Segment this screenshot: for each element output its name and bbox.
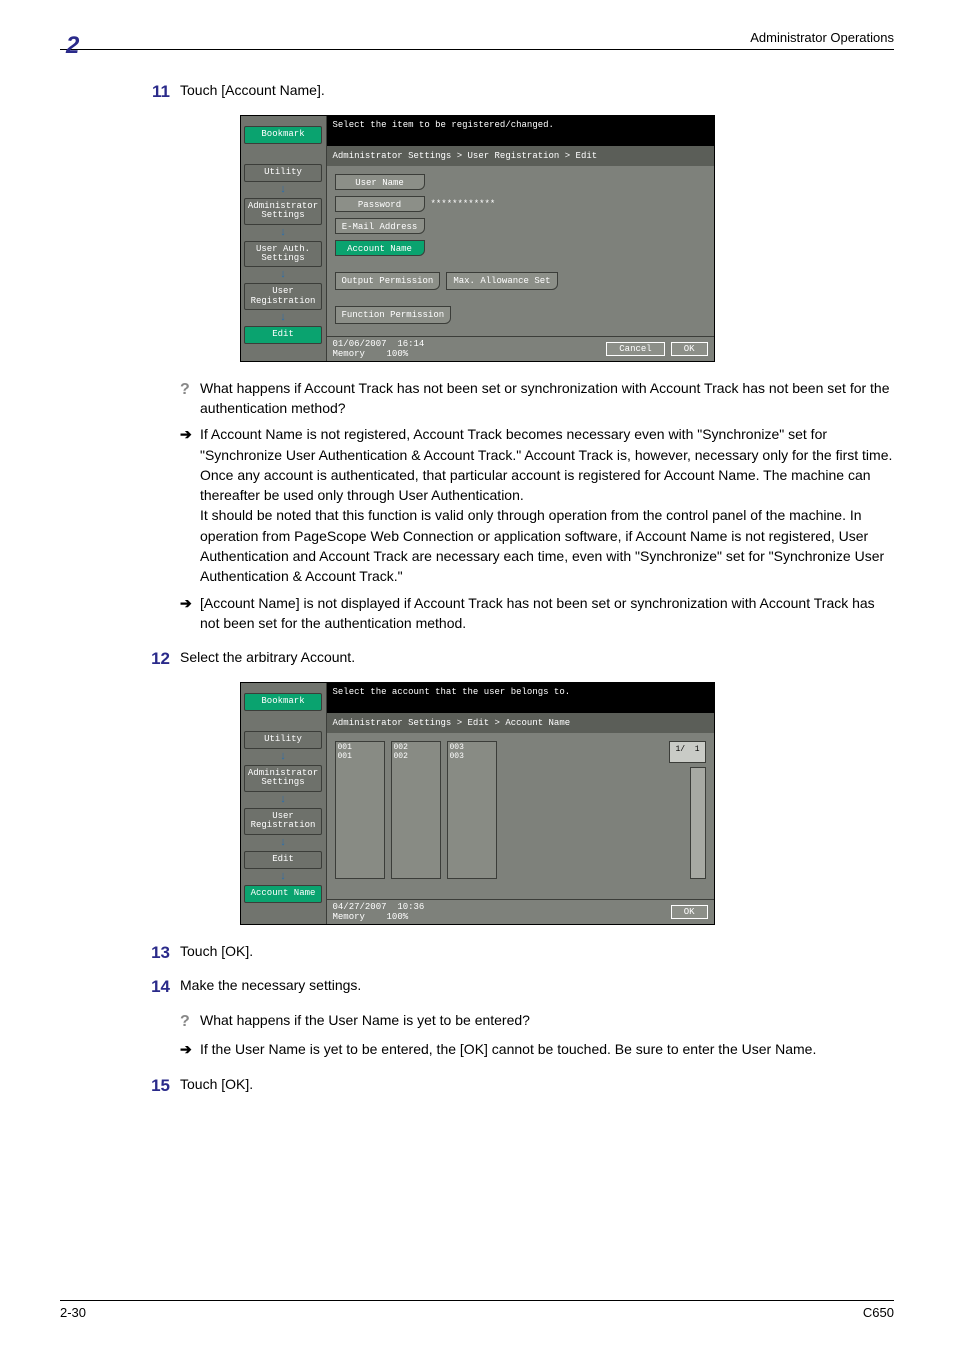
step-text: Select the arbitrary Account.: [180, 647, 894, 672]
email-button[interactable]: E-Mail Address: [335, 218, 425, 234]
sidebar-bookmark[interactable]: Bookmark: [244, 126, 322, 144]
down-arrow-icon: ↓: [280, 794, 287, 806]
step-number: 15: [140, 1074, 180, 1099]
account-item-002[interactable]: 002002: [391, 741, 441, 879]
account-item-001[interactable]: 001001: [335, 741, 385, 879]
password-button[interactable]: Password: [335, 196, 425, 212]
down-arrow-icon: ↓: [280, 184, 287, 196]
panel-title: Select the account that the user belongs…: [327, 683, 714, 713]
lcd-panel-account: Bookmark Utility ↓ Administrator Setting…: [240, 682, 715, 925]
step-text: Touch [OK].: [180, 941, 894, 966]
down-arrow-icon: ↓: [280, 227, 287, 239]
ok-button[interactable]: OK: [671, 905, 708, 919]
status-date: 01/06/2007: [333, 339, 387, 349]
arrow-icon: ➔: [180, 593, 200, 634]
step-text: Touch [Account Name].: [180, 80, 894, 105]
note-text: If Account Name is not registered, Accou…: [200, 424, 894, 586]
status-memory-label: Memory: [333, 912, 365, 922]
note-text: What happens if the User Name is yet to …: [200, 1010, 894, 1033]
sidebar-account-name[interactable]: Account Name: [244, 885, 322, 903]
account-item-003[interactable]: 003003: [447, 741, 497, 879]
status-time: 10:36: [397, 902, 424, 912]
sidebar-utility[interactable]: Utility: [244, 164, 322, 182]
note-text: What happens if Account Track has not be…: [200, 378, 894, 419]
sidebar-utility[interactable]: Utility: [244, 731, 322, 749]
sidebar-bookmark[interactable]: Bookmark: [244, 693, 322, 711]
down-arrow-icon: ↓: [280, 871, 287, 883]
sidebar-user-registration[interactable]: User Registration: [244, 283, 322, 310]
account-name-button[interactable]: Account Name: [335, 240, 425, 256]
status-date: 04/27/2007: [333, 902, 387, 912]
arrow-icon: ➔: [180, 424, 200, 586]
step-text: Touch [OK].: [180, 1074, 894, 1099]
cancel-button[interactable]: Cancel: [606, 342, 664, 356]
down-arrow-icon: ↓: [280, 837, 287, 849]
step-number: 12: [140, 647, 180, 672]
note-question-2: ? What happens if the User Name is yet t…: [180, 1010, 894, 1033]
step-14: 14 Make the necessary settings.: [140, 975, 894, 1000]
question-icon: ?: [180, 378, 200, 419]
status-memory-pct: 100%: [387, 912, 409, 922]
sidebar-user-auth[interactable]: User Auth. Settings: [244, 241, 322, 268]
scrollbar[interactable]: [690, 767, 706, 879]
down-arrow-icon: ↓: [280, 751, 287, 763]
step-number: 13: [140, 941, 180, 966]
step-number: 14: [140, 975, 180, 1000]
note-text: If the User Name is yet to be entered, t…: [200, 1039, 894, 1059]
note-text: [Account Name] is not displayed if Accou…: [200, 593, 894, 634]
output-permission-button[interactable]: Output Permission: [335, 272, 441, 290]
function-permission-button[interactable]: Function Permission: [335, 306, 452, 324]
step-12: 12 Select the arbitrary Account.: [140, 647, 894, 672]
panel-sidebar: Bookmark Utility ↓ Administrator Setting…: [241, 116, 327, 361]
page-footer: 2-30 C650: [60, 1300, 894, 1320]
step-number: 11: [140, 80, 180, 105]
panel-sidebar: Bookmark Utility ↓ Administrator Setting…: [241, 683, 327, 924]
breadcrumb: Administrator Settings > Edit > Account …: [327, 713, 714, 733]
down-arrow-icon: ↓: [280, 312, 287, 324]
page-number: 2-30: [60, 1305, 86, 1320]
status-memory-pct: 100%: [387, 349, 409, 359]
status-time: 16:14: [397, 339, 424, 349]
sidebar-user-registration[interactable]: User Registration: [244, 808, 322, 835]
chapter-number: 2: [66, 32, 79, 60]
sidebar-edit[interactable]: Edit: [244, 851, 322, 869]
user-name-button[interactable]: User Name: [335, 174, 425, 190]
status-memory-label: Memory: [333, 349, 365, 359]
question-icon: ?: [180, 1010, 200, 1033]
sidebar-edit[interactable]: Edit: [244, 326, 322, 344]
step-15: 15 Touch [OK].: [140, 1074, 894, 1099]
page-indicator: 1/ 1: [669, 741, 705, 763]
step-11: 11 Touch [Account Name].: [140, 80, 894, 105]
note-answer-1a: ➔ If Account Name is not registered, Acc…: [180, 424, 894, 586]
sidebar-admin-settings[interactable]: Administrator Settings: [244, 198, 322, 225]
note-answer-1b: ➔ [Account Name] is not displayed if Acc…: [180, 593, 894, 634]
arrow-icon: ➔: [180, 1039, 200, 1059]
down-arrow-icon: ↓: [280, 269, 287, 281]
breadcrumb: Administrator Settings > User Registrati…: [327, 146, 714, 166]
model-number: C650: [863, 1305, 894, 1320]
step-text: Make the necessary settings.: [180, 975, 894, 1000]
page-header: Administrator Operations: [60, 30, 894, 50]
step-13: 13 Touch [OK].: [140, 941, 894, 966]
max-allowance-button[interactable]: Max. Allowance Set: [446, 272, 557, 290]
lcd-panel-edit: Bookmark Utility ↓ Administrator Setting…: [240, 115, 715, 362]
note-answer-2: ➔ If the User Name is yet to be entered,…: [180, 1039, 894, 1059]
panel-title: Select the item to be registered/changed…: [327, 116, 714, 146]
password-value: ************: [431, 199, 496, 209]
note-question-1: ? What happens if Account Track has not …: [180, 378, 894, 419]
sidebar-admin-settings[interactable]: Administrator Settings: [244, 765, 322, 792]
ok-button[interactable]: OK: [671, 342, 708, 356]
